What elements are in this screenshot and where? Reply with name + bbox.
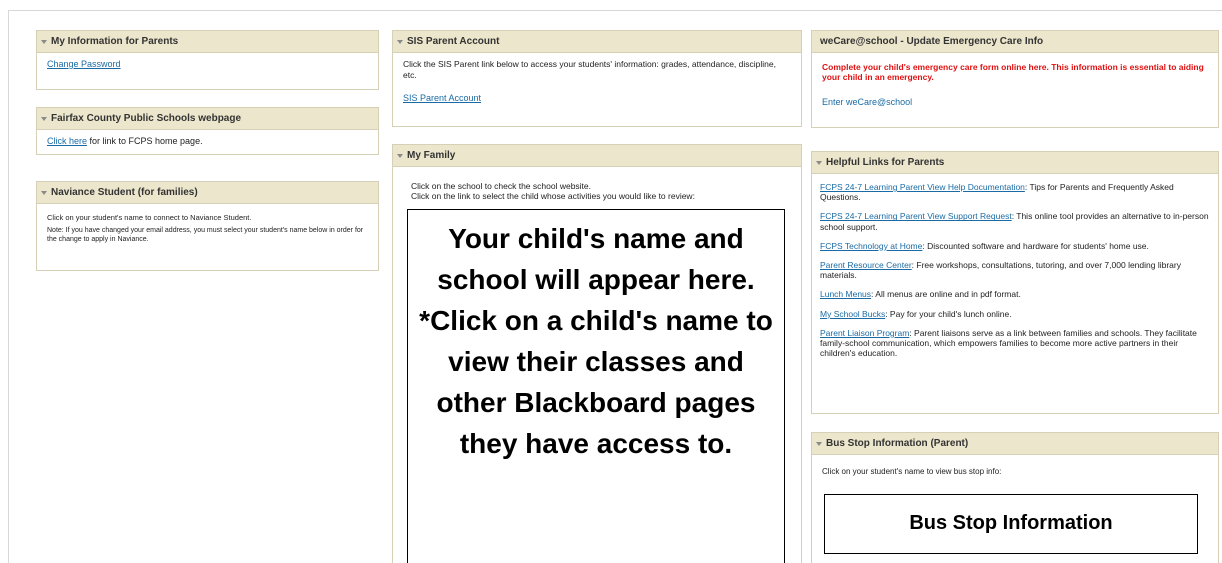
helpful-item-text: : Discounted software and hardware for s…: [922, 240, 1149, 251]
support-request-link[interactable]: FCPS 24-7 Learning Parent View Support R…: [820, 211, 1012, 221]
helpful-link-item: Parent Liaison Program: Parent liaisons …: [820, 328, 1210, 359]
module-title: Helpful Links for Parents: [826, 157, 945, 168]
technology-at-home-link[interactable]: FCPS Technology at Home: [820, 241, 922, 251]
module-header[interactable]: Fairfax County Public Schools webpage: [37, 108, 378, 130]
change-password-link[interactable]: Change Password: [47, 59, 121, 69]
module-header[interactable]: Helpful Links for Parents: [812, 152, 1218, 174]
module-title: weCare@school - Update Emergency Care In…: [820, 36, 1044, 47]
naviance-instructions: Click on your student's name to connect …: [47, 213, 252, 222]
module-header[interactable]: weCare@school - Update Emergency Care In…: [812, 31, 1218, 53]
helpful-link-item: FCPS Technology at Home: Discounted soft…: [820, 241, 1210, 251]
collapse-caret-icon[interactable]: [816, 441, 822, 446]
parent-liaison-link[interactable]: Parent Liaison Program: [820, 328, 909, 338]
enter-wecare-link[interactable]: Enter weCare@school: [822, 97, 912, 107]
naviance-note: Note: If you have changed your email add…: [47, 226, 364, 243]
module-title: My Family: [407, 150, 456, 161]
module-title: My Information for Parents: [51, 36, 179, 47]
children-placeholder-text: Your child's name and school will appear…: [419, 223, 773, 459]
helpful-item-text: : Pay for your child's lunch online.: [885, 308, 1012, 319]
collapse-caret-icon[interactable]: [41, 39, 47, 44]
helpful-item-text: : All menus are online and in pdf format…: [871, 289, 1021, 300]
bus-stop-placeholder-text: Bus Stop Information: [909, 512, 1113, 534]
my-school-bucks-link[interactable]: My School Bucks: [820, 309, 885, 319]
module-header[interactable]: My Family: [393, 145, 801, 167]
bus-stop-instructions: Click on your student's name to view bus…: [822, 467, 1002, 476]
sis-module: SIS Parent Account Click the SIS Parent …: [392, 30, 802, 127]
sis-parent-account-link[interactable]: SIS Parent Account: [403, 93, 481, 103]
helpful-link-item: FCPS 24-7 Learning Parent View Support R…: [820, 211, 1210, 231]
module-header[interactable]: Naviance Student (for families): [37, 182, 378, 204]
helpful-link-item: My School Bucks: Pay for your child's lu…: [820, 309, 1210, 319]
module-title: Naviance Student (for families): [51, 187, 198, 198]
helpful-link-item: Lunch Menus: All menus are online and in…: [820, 289, 1210, 299]
module-header[interactable]: Bus Stop Information (Parent): [812, 433, 1218, 455]
fcps-webpage-module: Fairfax County Public Schools webpage Cl…: [36, 107, 379, 155]
collapse-caret-icon[interactable]: [816, 160, 822, 165]
helpful-link-item: Parent Resource Center: Free workshops, …: [820, 260, 1210, 280]
fcps-home-link[interactable]: Click here: [47, 136, 87, 146]
module-title: Fairfax County Public Schools webpage: [51, 113, 242, 124]
naviance-module: Naviance Student (for families) Click on…: [36, 181, 379, 271]
helpful-link-item: FCPS 24-7 Learning Parent View Help Docu…: [820, 182, 1210, 202]
lunch-menus-link[interactable]: Lunch Menus: [820, 289, 871, 299]
module-title: SIS Parent Account: [407, 36, 500, 47]
collapse-caret-icon[interactable]: [397, 153, 403, 158]
helpful-links-module: Helpful Links for Parents FCPS 24-7 Lear…: [811, 151, 1219, 414]
wecare-module: weCare@school - Update Emergency Care In…: [811, 30, 1219, 128]
module-title: Bus Stop Information (Parent): [826, 438, 969, 449]
sis-description: Click the SIS Parent link below to acces…: [403, 59, 776, 81]
parent-resource-center-link[interactable]: Parent Resource Center: [820, 260, 912, 270]
module-header[interactable]: SIS Parent Account: [393, 31, 801, 53]
fcps-link-text: for link to FCPS home page.: [87, 136, 203, 146]
collapse-caret-icon[interactable]: [397, 39, 403, 44]
module-header[interactable]: My Information for Parents: [37, 31, 378, 53]
family-instruction-child: Click on the link to select the child wh…: [411, 191, 695, 202]
wecare-notice: Complete your child's emergency care for…: [822, 62, 1204, 82]
collapse-caret-icon[interactable]: [41, 116, 47, 121]
family-children-placeholder: Your child's name and school will appear…: [407, 209, 785, 563]
my-info-module: My Information for Parents Change Passwo…: [36, 30, 379, 90]
collapse-caret-icon[interactable]: [41, 190, 47, 195]
family-instruction-school: Click on the school to check the school …: [411, 181, 592, 191]
help-documentation-link[interactable]: FCPS 24-7 Learning Parent View Help Docu…: [820, 182, 1025, 192]
bus-stop-placeholder: Bus Stop Information: [824, 494, 1198, 554]
